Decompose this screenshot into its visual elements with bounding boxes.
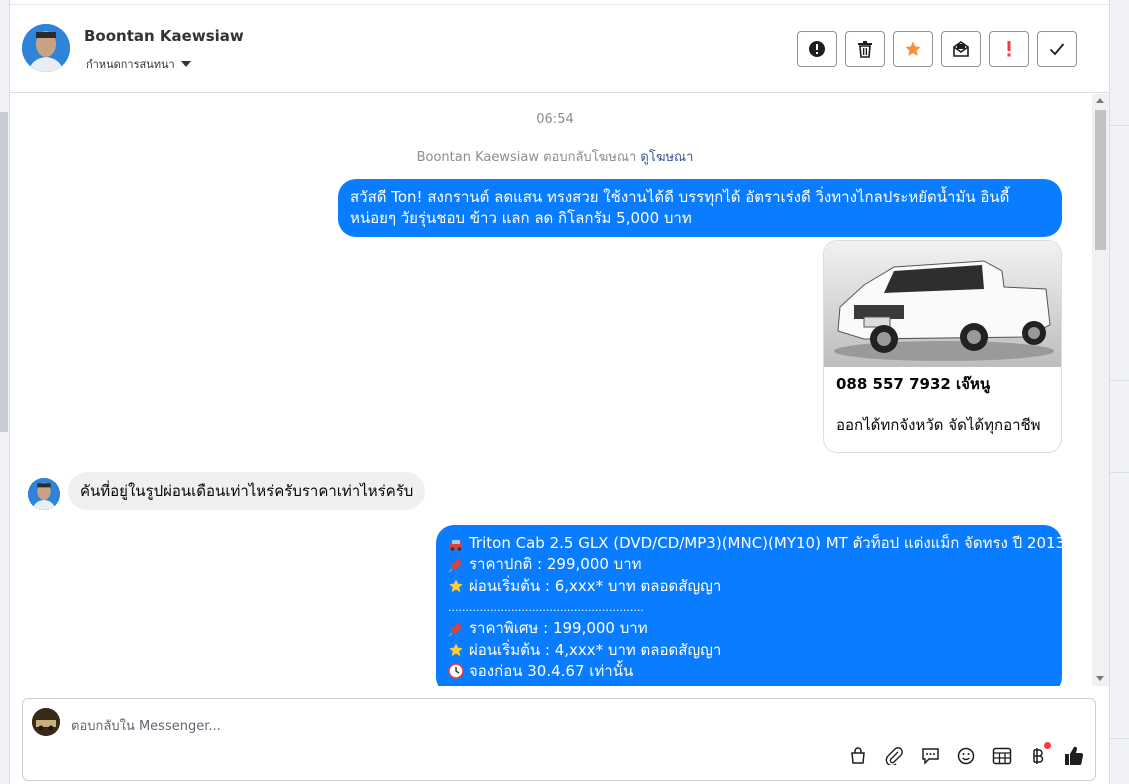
reply-input-placeholder[interactable]: ตอบกลับใน Messenger... xyxy=(71,715,221,736)
conversation-settings-label: กำหนดการสนทนา xyxy=(86,58,175,71)
offer-line-text: จองก่อน 30.4.67 เท่านั้น xyxy=(469,661,634,680)
thumbs-up-icon xyxy=(1065,746,1084,765)
contact-avatar-small xyxy=(28,478,60,510)
baht-icon xyxy=(1033,748,1044,764)
ad-reply-text: Boontan Kaewsiaw ตอบกลับโฆษณา xyxy=(416,150,637,165)
offer-line: ........................................… xyxy=(448,597,1050,618)
right-panel-edge xyxy=(1109,0,1129,784)
message-thread: 06:54 Boontan Kaewsiaw ตอบกลับโฆษณา ดูโฆ… xyxy=(10,94,1092,686)
offer-line-text: Triton Cab 2.5 GLX (DVD/CD/MP3)(MNC)(MY1… xyxy=(469,534,1066,553)
clock-icon xyxy=(448,663,464,680)
mark-spam-button[interactable] xyxy=(797,31,837,67)
car-icon xyxy=(448,536,464,552)
page-avatar xyxy=(32,708,60,736)
left-scroll-thumb[interactable] xyxy=(0,112,8,432)
saved-replies-button[interactable] xyxy=(919,745,941,767)
delete-button[interactable] xyxy=(845,31,885,67)
table-button[interactable] xyxy=(991,745,1013,767)
star-icon xyxy=(448,578,464,594)
offer-line-text: ราคาพิเศษ : 199,000 บาท xyxy=(469,619,648,638)
scroll-thumb[interactable] xyxy=(1095,110,1106,250)
ad-card[interactable]: 088 557 7932 เจ๊หนู ออกได้ทกจังหวัด จัดไ… xyxy=(823,240,1062,453)
conversation-header: Boontan Kaewsiaw กำหนดการสนทนา xyxy=(10,4,1109,93)
offer-line-text: ราคาปกติ : 299,000 บาท xyxy=(469,555,642,574)
incoming-message: คันที่อยู่ในรูปผ่อนเดือนเท่าไหร่ครับราคา… xyxy=(68,472,426,510)
contact-name: Boontan Kaewsiaw xyxy=(84,27,244,45)
header-actions xyxy=(797,31,1077,67)
mark-unread-button[interactable] xyxy=(941,31,981,67)
notification-dot xyxy=(1044,742,1051,749)
star-icon xyxy=(905,41,921,56)
ad-card-description: ออกได้ทกจังหวัด จัดได้ทุกอาชีพ xyxy=(836,416,1041,434)
smiley-icon xyxy=(957,747,975,765)
offer-line: ราคาปกติ : 299,000 บาท xyxy=(448,554,1050,575)
payment-button[interactable] xyxy=(1027,742,1051,767)
offer-line-text: ผ่อนเริ่มต้น : 6,xxx* บาท ตลอดสัญญา xyxy=(469,576,722,595)
offer-line-text: ผ่อนเริ่มต้น : 4,xxx* บาท ตลอดสัญญา xyxy=(469,640,722,659)
checkmark-icon xyxy=(1049,43,1065,56)
composer-toolbar xyxy=(847,742,1085,767)
offer-line-text: ........................................… xyxy=(448,601,644,615)
shop-button[interactable] xyxy=(847,745,869,767)
star-icon xyxy=(448,642,464,658)
grid-table-icon xyxy=(992,747,1012,765)
trash-icon xyxy=(858,41,872,58)
attach-button[interactable] xyxy=(883,745,905,767)
offer-line: ราคาพิเศษ : 199,000 บาท xyxy=(448,618,1050,639)
view-ad-link[interactable]: ดูโฆษณา xyxy=(640,150,693,165)
done-button[interactable] xyxy=(1037,31,1077,67)
scroll-down-arrow[interactable] xyxy=(1096,676,1104,681)
message-timestamp: 06:54 xyxy=(536,112,574,127)
shopping-bag-icon xyxy=(851,747,865,764)
offer-line: จองก่อน 30.4.67 เท่านั้น xyxy=(448,661,1050,682)
ad-reply-notice: Boontan Kaewsiaw ตอบกลับโฆษณา ดูโฆษณา xyxy=(10,146,1092,167)
exclamation-icon xyxy=(1007,41,1011,57)
chevron-down-icon xyxy=(180,61,191,67)
offer-line: ผ่อนเริ่มต้น : 6,xxx* บาท ตลอดสัญญา xyxy=(448,576,1050,597)
important-button[interactable] xyxy=(989,31,1029,67)
pushpin-icon xyxy=(448,557,464,573)
outgoing-offer-message: Triton Cab 2.5 GLX (DVD/CD/MP3)(MNC)(MY1… xyxy=(436,525,1065,686)
conversation-settings-dropdown[interactable]: กำหนดการสนทนา xyxy=(86,55,191,73)
scroll-up-arrow[interactable] xyxy=(1096,98,1104,103)
paperclip-icon xyxy=(885,747,903,765)
left-panel-edge xyxy=(0,0,10,784)
offer-line: Triton Cab 2.5 GLX (DVD/CD/MP3)(MNC)(MY1… xyxy=(448,533,1065,554)
pushpin-icon xyxy=(448,621,464,637)
inbox-window: Boontan Kaewsiaw กำหนดการสนทนา 06:54 Boo… xyxy=(0,0,1129,784)
like-button[interactable] xyxy=(1063,745,1085,767)
alert-circle-icon xyxy=(809,41,825,57)
contact-avatar[interactable] xyxy=(22,24,70,72)
ad-card-title: 088 557 7932 เจ๊หนู xyxy=(836,375,991,393)
emoji-button[interactable] xyxy=(955,745,977,767)
thread-scrollbar[interactable] xyxy=(1092,94,1109,686)
offer-line: ผ่อนเริ่มต้น : 4,xxx* บาท ตลอดสัญญา xyxy=(448,639,1050,660)
truck-image xyxy=(824,241,1061,367)
outgoing-message: สวัสดี Ton! สงกรานต์ ลดแสน ทรงสวย ใช้งาน… xyxy=(338,179,1062,237)
reply-composer[interactable]: ตอบกลับใน Messenger... xyxy=(22,698,1096,781)
envelope-open-icon xyxy=(953,41,969,57)
star-button[interactable] xyxy=(893,31,933,67)
chat-bubble-icon xyxy=(921,748,939,765)
